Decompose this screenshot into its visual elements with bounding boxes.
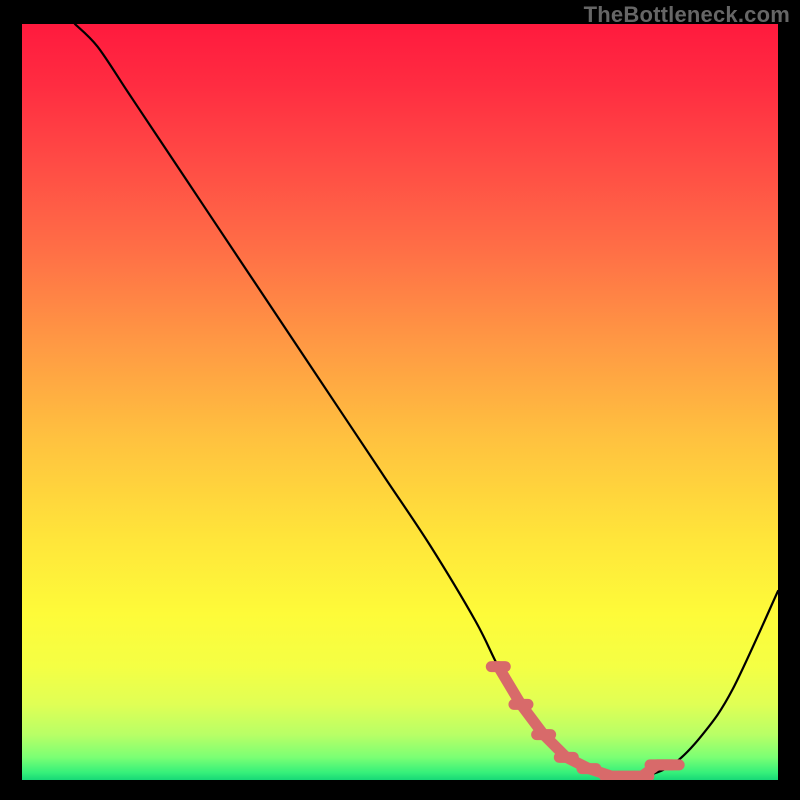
chart-frame: TheBottleneck.com: [0, 0, 800, 800]
gradient-background: [22, 24, 778, 780]
bottleneck-plot: [22, 24, 778, 780]
watermark-label: TheBottleneck.com: [584, 2, 790, 28]
plot-area: [22, 24, 778, 780]
